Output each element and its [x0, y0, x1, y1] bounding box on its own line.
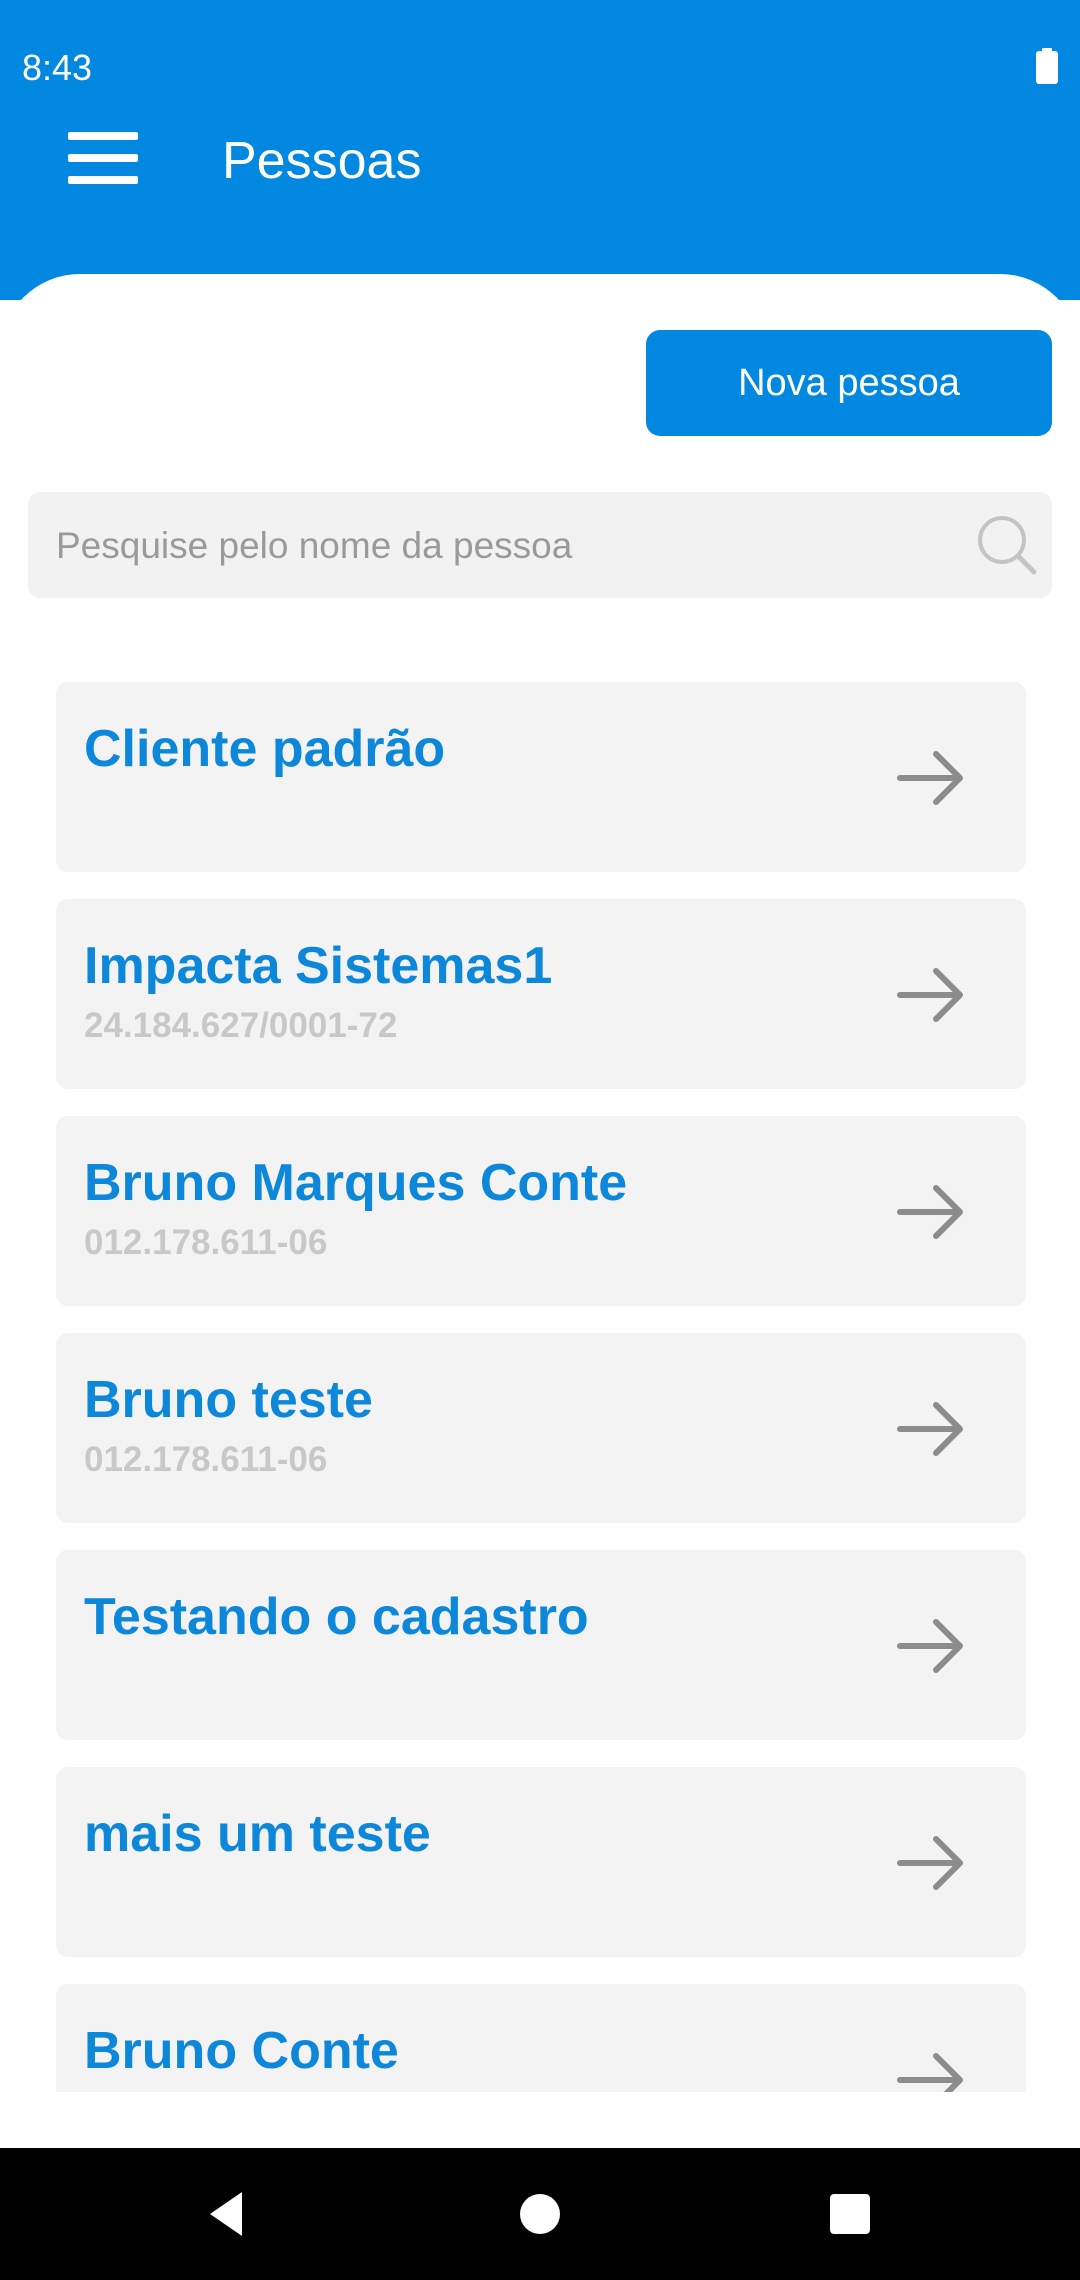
- home-icon[interactable]: [510, 2184, 570, 2244]
- page-title: Pessoas: [222, 132, 422, 190]
- back-icon[interactable]: [196, 2184, 256, 2244]
- arrow-right-icon[interactable]: [896, 1618, 966, 1674]
- battery-icon: [1036, 48, 1058, 84]
- person-card[interactable]: Impacta Sistemas1 24.184.627/0001-72: [56, 899, 1026, 1089]
- person-name: mais um teste: [84, 1805, 431, 1863]
- arrow-right-icon[interactable]: [896, 2052, 966, 2092]
- hamburger-menu-icon[interactable]: [68, 132, 138, 184]
- recents-icon[interactable]: [820, 2184, 880, 2244]
- person-document: 012.178.611-06: [84, 1440, 328, 1479]
- main-content: Nova pessoa Cliente padrão Impacta Siste…: [0, 274, 1080, 2148]
- person-name: Impacta Sistemas1: [84, 937, 553, 995]
- search-bar: [28, 492, 1052, 600]
- search-input[interactable]: [54, 492, 978, 600]
- person-document: 24.184.627/0001-72: [84, 1006, 398, 1045]
- person-card[interactable]: Bruno teste 012.178.611-06: [56, 1333, 1026, 1523]
- status-time: 8:43: [22, 47, 93, 88]
- arrow-right-icon[interactable]: [896, 1401, 966, 1457]
- person-document: 012.178.611-06: [84, 1223, 328, 1262]
- person-name: Bruno Conte: [84, 2022, 399, 2080]
- person-name: Testando o cadastro: [84, 1588, 589, 1646]
- person-name: Bruno teste: [84, 1371, 373, 1429]
- person-name: Cliente padrão: [84, 720, 446, 778]
- person-card[interactable]: Cliente padrão: [56, 682, 1026, 872]
- system-navigation-bar: [0, 2148, 1080, 2280]
- app-bar: 8:43 Pessoas: [0, 0, 1080, 300]
- arrow-right-icon[interactable]: [896, 1835, 966, 1891]
- arrow-right-icon[interactable]: [896, 1184, 966, 1240]
- person-name: Bruno Marques Conte: [84, 1154, 628, 1212]
- search-icon[interactable]: [974, 512, 1040, 578]
- person-card[interactable]: Testando o cadastro: [56, 1550, 1026, 1740]
- person-card[interactable]: mais um teste: [56, 1767, 1026, 1957]
- person-card[interactable]: Bruno Marques Conte 012.178.611-06: [56, 1116, 1026, 1306]
- arrow-right-icon[interactable]: [896, 750, 966, 806]
- new-person-button[interactable]: Nova pessoa: [646, 330, 1052, 436]
- people-list: Cliente padrão Impacta Sistemas1 24.184.…: [56, 682, 1026, 2092]
- person-card[interactable]: Bruno Conte: [56, 1984, 1026, 2092]
- arrow-right-icon[interactable]: [896, 967, 966, 1023]
